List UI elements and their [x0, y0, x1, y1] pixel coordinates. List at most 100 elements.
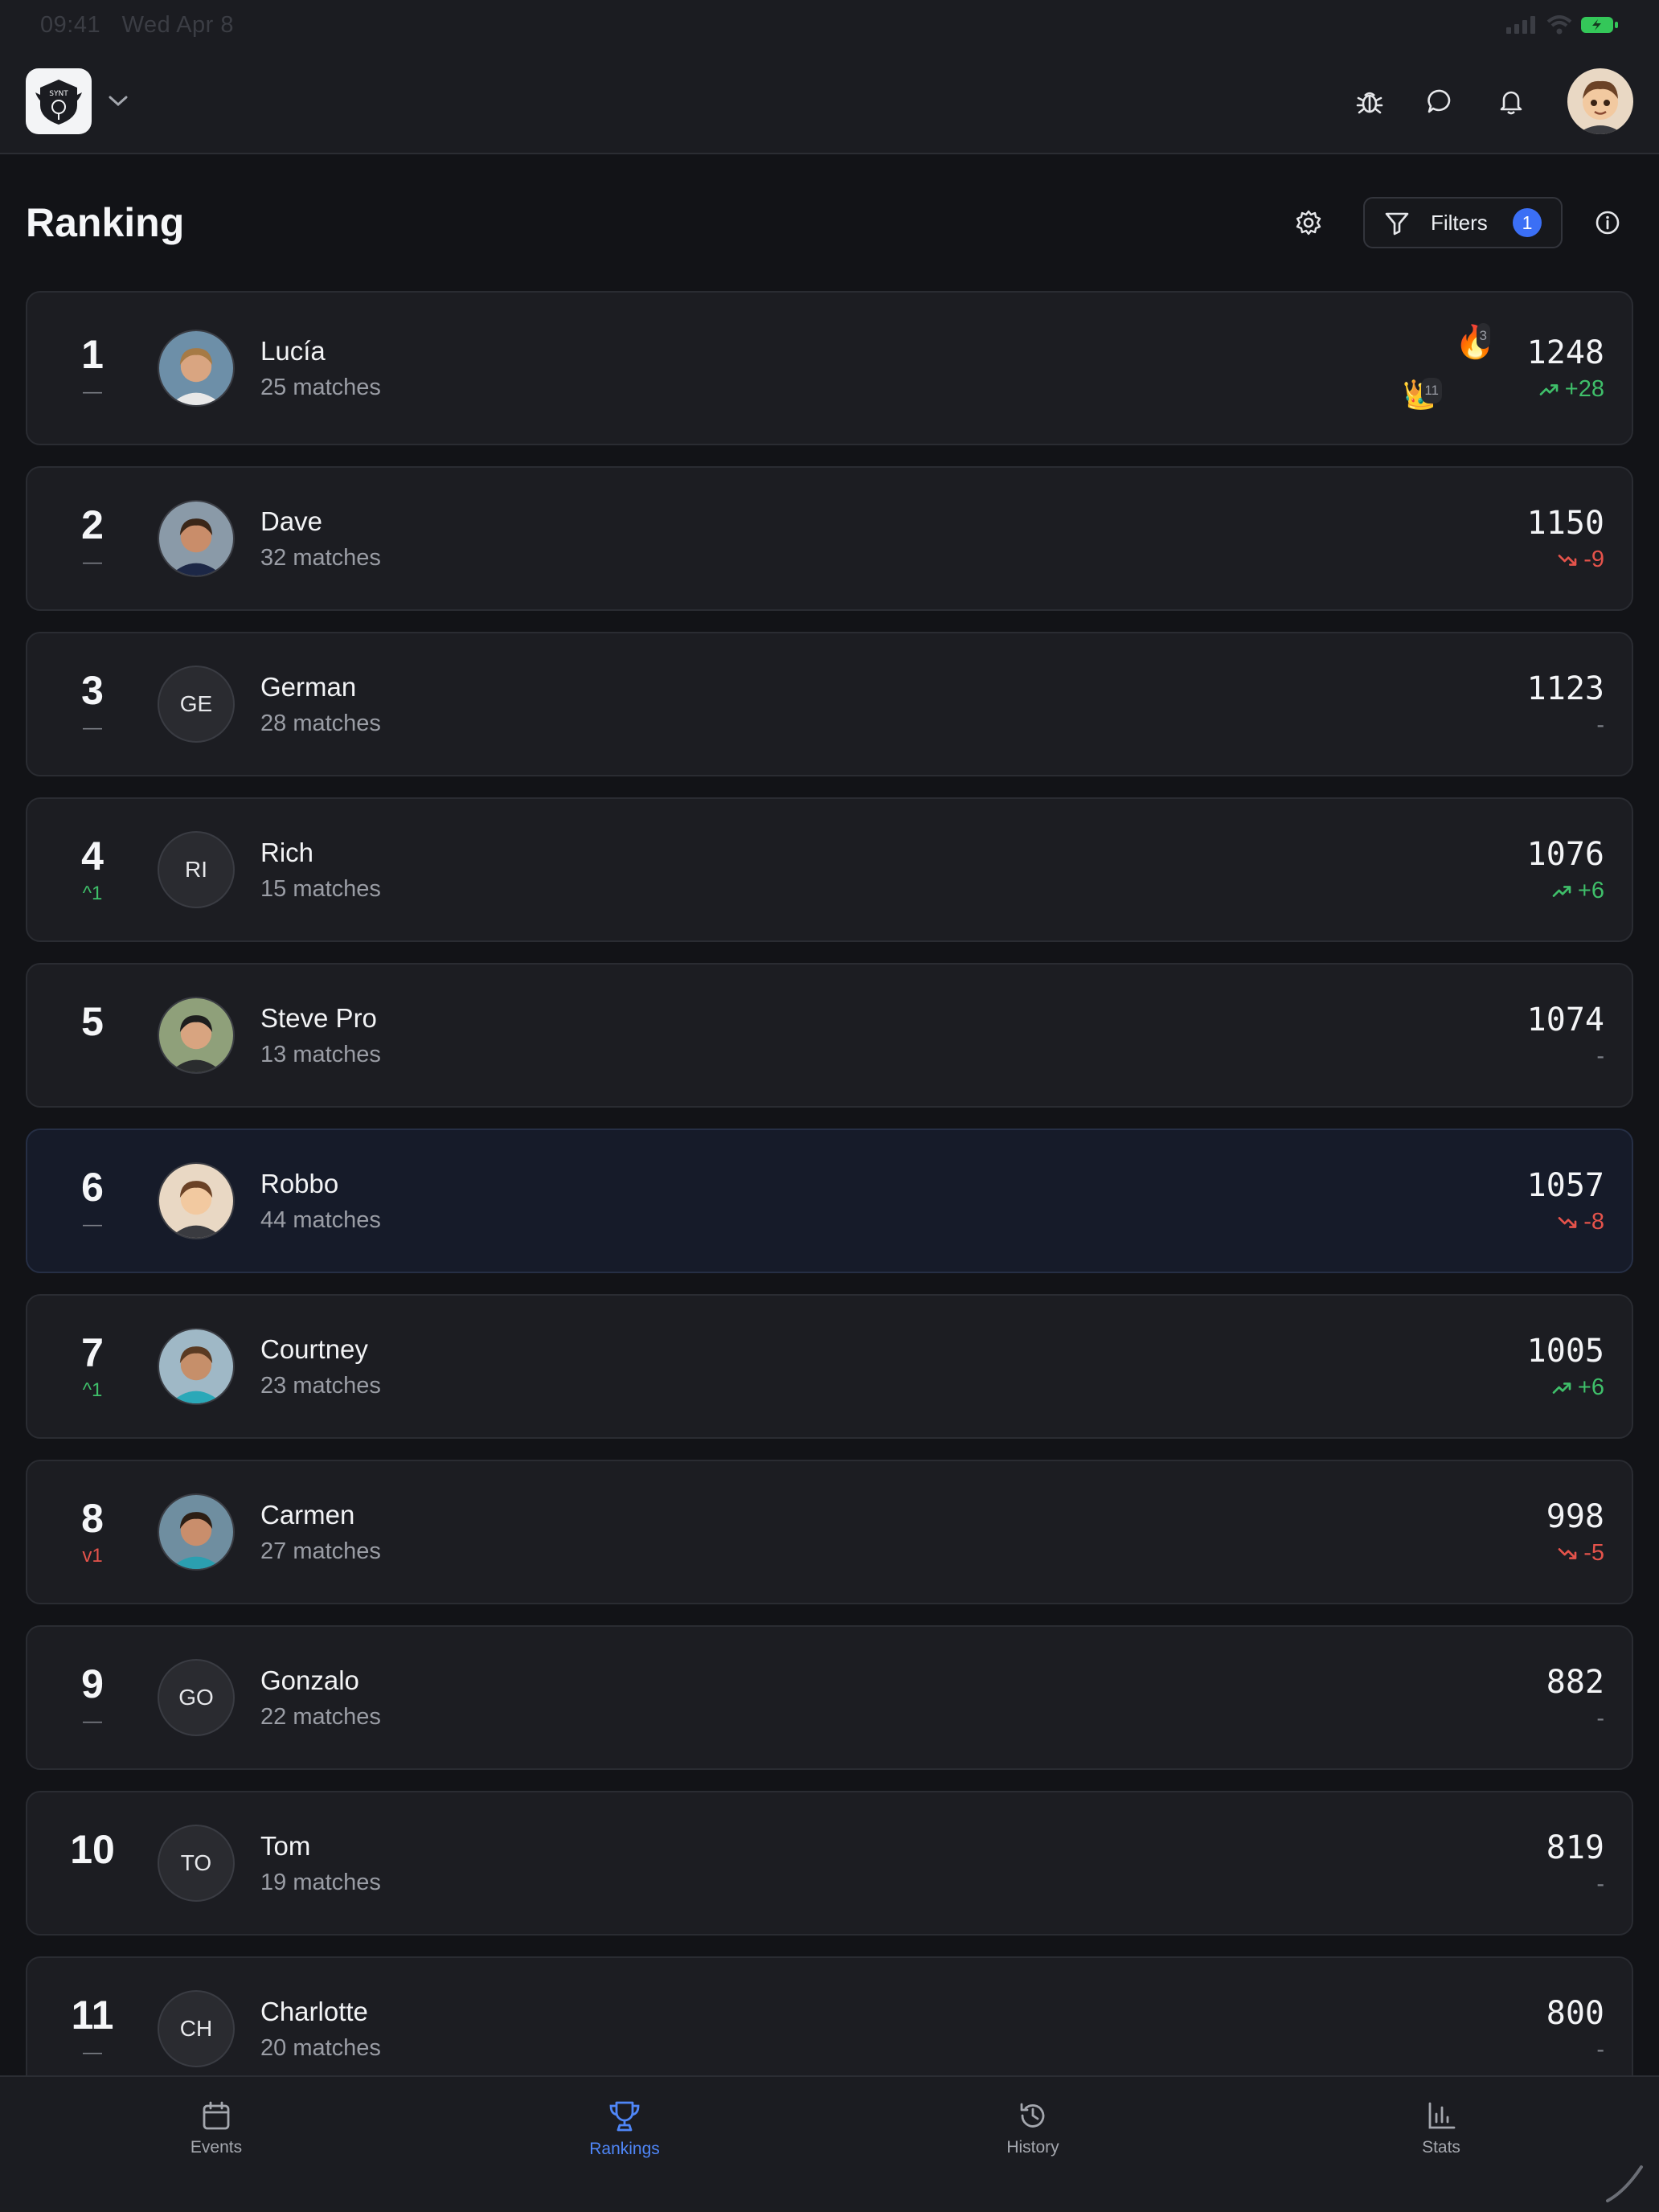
club-switcher[interactable]: SYNT: [26, 68, 129, 134]
info-button[interactable]: [1582, 197, 1633, 248]
history-icon: [1020, 2103, 1045, 2128]
ranking-row[interactable]: 3 — GE German 28 matches 1123 -: [26, 632, 1633, 776]
elo-delta-value: -: [1596, 1043, 1604, 1069]
elo-delta-value: -8: [1583, 1208, 1604, 1235]
ranking-row[interactable]: 5 Steve Pro 13 matches 1074 -: [26, 963, 1633, 1108]
player-matches: 22 matches: [260, 1703, 381, 1730]
messages-button[interactable]: [1415, 76, 1466, 127]
rank-number: 4: [81, 834, 104, 879]
tab-label: History: [1006, 2138, 1059, 2157]
elo-rating: 998: [1546, 1497, 1604, 1535]
rank-movement: ^1: [82, 1379, 103, 1401]
rank-number: 2: [81, 502, 104, 547]
player-avatar: [158, 997, 235, 1074]
crown-count: 11: [1421, 378, 1442, 403]
trophy-icon: [609, 2101, 640, 2132]
elo-rating: 1074: [1526, 1001, 1604, 1038]
ranking-row[interactable]: 7 ^1 Courtney 23 matches 1005 +6: [26, 1294, 1633, 1439]
player-matches: 23 matches: [260, 1372, 381, 1399]
battery-icon: [1581, 17, 1618, 33]
notifications-button[interactable]: [1485, 76, 1537, 127]
player-info: Dave 32 matches: [260, 506, 1527, 571]
player-matches: 27 matches: [260, 1538, 381, 1564]
tab-rankings[interactable]: Rankings: [536, 2099, 713, 2159]
elo-rating: 1076: [1526, 835, 1604, 873]
player-avatar: [158, 1162, 235, 1239]
trend-down-icon: [1558, 1547, 1577, 1559]
rank-movement: v1: [82, 1545, 103, 1567]
signal-icon: [1506, 16, 1535, 34]
elo-delta: -9: [1527, 547, 1604, 573]
elo-delta-value: -: [1596, 2036, 1604, 2062]
player-matches: 28 matches: [260, 710, 381, 736]
filters-button[interactable]: Filters 1: [1363, 197, 1563, 248]
elo-rating: 1123: [1526, 670, 1604, 707]
elo-rating: 1248: [1526, 334, 1604, 371]
rank-number: 3: [81, 668, 104, 713]
player-name: Gonzalo: [260, 1665, 359, 1695]
tab-stats[interactable]: Stats: [1353, 2099, 1530, 2157]
rank-movement: —: [83, 551, 102, 573]
tab-label: Events: [190, 2138, 243, 2157]
player-avatar: [158, 1493, 235, 1571]
filter-icon: [1385, 212, 1409, 236]
ranking-row[interactable]: 4 ^1 RI Rich 15 matches 1076 +6: [26, 797, 1633, 942]
player-name: German: [260, 671, 357, 702]
ranking-settings-button[interactable]: [1283, 197, 1334, 248]
trend-up-icon: [1539, 383, 1559, 395]
elo-rating: 1057: [1526, 1166, 1604, 1204]
player-info: German 28 matches: [260, 672, 1527, 737]
fire-streak-count: 3: [1476, 323, 1490, 349]
tab-events[interactable]: Events: [128, 2099, 305, 2157]
player-avatar: [158, 500, 235, 577]
score-column: 1248 +28: [1527, 334, 1632, 403]
rank-column: 8 v1: [27, 1498, 158, 1566]
elo-delta-value: +6: [1577, 1374, 1604, 1400]
tab-label: Rankings: [589, 2140, 660, 2158]
elo-delta: -: [1527, 712, 1604, 739]
resize-grip-icon: [1606, 2165, 1643, 2202]
page-header: Ranking Filters 1: [26, 190, 1633, 256]
player-avatar-initials: GE: [158, 666, 235, 743]
status-date: Wed Apr 8: [121, 11, 235, 38]
rank-movement: —: [83, 1710, 102, 1732]
score-column: 998 -5: [1546, 1498, 1632, 1567]
player-name: Courtney: [260, 1333, 368, 1364]
calendar-icon: [203, 2101, 230, 2130]
player-matches: 44 matches: [260, 1206, 381, 1233]
ranking-row[interactable]: 2 — Dave 32 matches 1150 -9: [26, 466, 1633, 611]
score-column: 819 -: [1546, 1829, 1632, 1898]
score-column: 1005 +6: [1527, 1333, 1632, 1401]
player-info: Gonzalo 22 matches: [260, 1665, 1546, 1731]
elo-delta-value: -9: [1583, 546, 1604, 572]
ranking-row[interactable]: 6 — Robbo 44 matches 1057 -8: [26, 1129, 1633, 1273]
ranking-row[interactable]: 9 — GO Gonzalo 22 matches 882 -: [26, 1625, 1633, 1770]
player-name: Steve Pro: [260, 1002, 377, 1033]
ranking-row[interactable]: 10 TO Tom 19 matches 819 -: [26, 1791, 1633, 1936]
elo-delta: -: [1546, 2037, 1604, 2063]
rank-number: 10: [70, 1827, 115, 1872]
player-name: Dave: [260, 506, 323, 536]
ranking-list: 1 — Lucía 25 matches 🔥 3 👑 11 1248: [26, 291, 1633, 2122]
player-info: Robbo 44 matches: [260, 1169, 1527, 1234]
player-matches: 13 matches: [260, 1041, 381, 1067]
ranking-row[interactable]: 8 v1 Carmen 27 matches 998 -5: [26, 1460, 1633, 1604]
elo-rating: 1150: [1526, 504, 1604, 542]
rank-number: 9: [81, 1661, 104, 1706]
bug-report-button[interactable]: [1344, 76, 1395, 127]
rank-column: 7 ^1: [27, 1333, 158, 1400]
player-info: Lucía 25 matches: [260, 336, 1527, 401]
chevron-down-icon: [109, 96, 128, 107]
elo-delta-value: -: [1596, 1705, 1604, 1731]
tab-history[interactable]: History: [944, 2099, 1121, 2157]
rank-number: 7: [81, 1330, 104, 1375]
elo-delta-value: +28: [1564, 375, 1604, 402]
elo-delta: -5: [1546, 1540, 1604, 1567]
score-column: 1150 -9: [1527, 505, 1632, 573]
player-avatar-initials: TO: [158, 1825, 235, 1902]
player-matches: 20 matches: [260, 2034, 381, 2061]
status-clock: 09:41 Wed Apr 8: [40, 12, 248, 39]
ranking-row[interactable]: 1 — Lucía 25 matches 🔥 3 👑 11 1248: [26, 291, 1633, 445]
status-time: 09:41: [40, 11, 101, 38]
profile-avatar[interactable]: [1567, 68, 1633, 134]
